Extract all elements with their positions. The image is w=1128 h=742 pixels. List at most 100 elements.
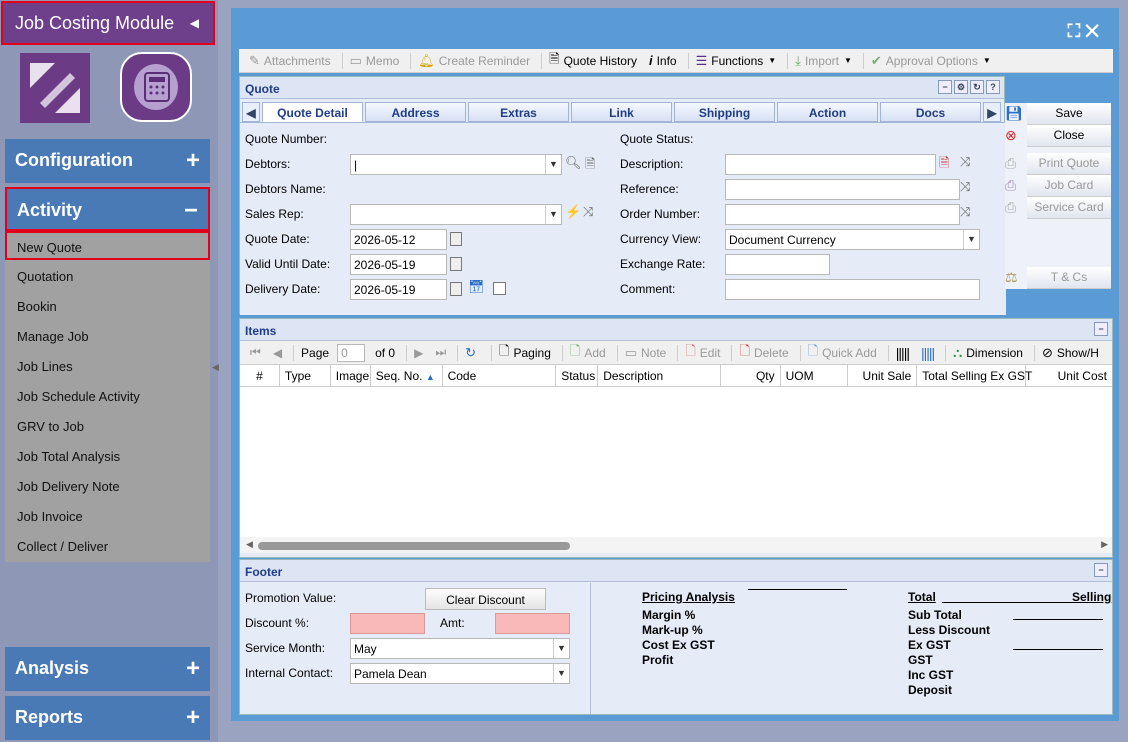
chevron-down-icon[interactable]: ▼: [545, 205, 561, 224]
dimension-button[interactable]: ⛬ Dimension: [949, 345, 1027, 361]
barcode-button[interactable]: |||||: [892, 345, 913, 361]
shuffle-icon[interactable]: ⤨: [960, 204, 970, 220]
import-button[interactable]: ⤓ Import ▼: [791, 53, 856, 69]
shuffle-icon[interactable]: ⤨: [960, 179, 970, 195]
sidebar-item-job-invoice[interactable]: Job Invoice: [5, 500, 210, 530]
section-activity[interactable]: Activity −: [5, 187, 210, 231]
close-button[interactable]: ⊗ Close: [1005, 125, 1111, 147]
tab-scroll-right[interactable]: ▶: [983, 102, 1001, 122]
quote-history-button[interactable]: 🗎 Quote History: [545, 50, 641, 72]
items-grid-body[interactable]: [240, 387, 1112, 537]
prev-page-icon[interactable]: ◀: [269, 346, 286, 360]
collapse-icon[interactable]: −: [1094, 322, 1108, 336]
scrollbar-thumb[interactable]: [258, 542, 570, 550]
col-number[interactable]: #: [240, 365, 280, 386]
calendar-icon[interactable]: [450, 282, 462, 296]
sidebar-item-collect-deliver[interactable]: Collect / Deliver: [5, 530, 210, 560]
sidebar-item-job-total-analysis[interactable]: Job Total Analysis: [5, 440, 210, 470]
job-card-button[interactable]: ⎙ Job Card: [1005, 175, 1111, 197]
currency-view-select[interactable]: Document Currency ▼: [725, 229, 980, 250]
col-uom[interactable]: UOM: [781, 365, 849, 386]
tab-address[interactable]: Address: [365, 102, 466, 122]
add-button[interactable]: 🗋 Add: [566, 342, 610, 364]
paging-button[interactable]: 🗋 Paging: [495, 342, 555, 364]
discount-pct-input[interactable]: [350, 613, 425, 634]
quick-add-button[interactable]: 🗋 Quick Add: [804, 342, 881, 364]
sidebar-item-job-delivery-note[interactable]: Job Delivery Note: [5, 470, 210, 500]
calendar-icon[interactable]: [450, 257, 462, 271]
lightning-icon[interactable]: ⚡: [565, 204, 581, 220]
sidebar-item-job-schedule-activity[interactable]: Job Schedule Activity: [5, 380, 210, 410]
description-input[interactable]: [725, 154, 936, 175]
col-code[interactable]: Code: [443, 365, 557, 386]
last-page-icon[interactable]: ⏭: [431, 345, 450, 360]
memo-button[interactable]: ▭ Memo: [346, 53, 404, 69]
settings-icon[interactable]: ⚙: [954, 80, 968, 94]
delivery-date-checkbox[interactable]: [493, 282, 506, 295]
print-quote-button[interactable]: ⎙ Print Quote: [1005, 153, 1111, 175]
valid-until-input[interactable]: 2026-05-19: [350, 254, 447, 275]
reference-input[interactable]: [725, 179, 960, 200]
chevron-down-icon[interactable]: ▼: [553, 664, 569, 683]
debtors-input[interactable]: | ▼: [350, 154, 562, 175]
sidebar-item-job-lines[interactable]: Job Lines: [5, 350, 210, 380]
delivery-date-input[interactable]: 2026-05-19: [350, 279, 447, 300]
maximize-icon[interactable]: ⛶: [1068, 21, 1086, 41]
calendar-icon[interactable]: [450, 232, 462, 246]
edit-button[interactable]: 🗋 Edit: [681, 342, 724, 364]
chevron-down-icon[interactable]: ▼: [553, 639, 569, 658]
page-input[interactable]: 0: [337, 343, 366, 362]
sidebar-item-grv-to-job[interactable]: GRV to Job: [5, 410, 210, 440]
search-icon[interactable]: 🔍︎: [565, 155, 582, 171]
service-month-select[interactable]: May ▼: [350, 638, 570, 659]
order-number-input[interactable]: [725, 204, 960, 225]
col-unit-cost[interactable]: Unit Cost: [1026, 365, 1112, 386]
col-total-selling[interactable]: Total Selling Ex GST: [917, 365, 1032, 386]
tab-link[interactable]: Link: [571, 102, 672, 122]
tab-docs[interactable]: Docs: [880, 102, 981, 122]
collapse-icon[interactable]: −: [1094, 563, 1108, 577]
show-hide-button[interactable]: ⊘ Show/H: [1038, 345, 1103, 361]
info-button[interactable]: i Info: [645, 53, 681, 68]
col-status[interactable]: Status: [556, 365, 599, 386]
debtor-info-icon[interactable]: 🗎: [585, 155, 595, 177]
refresh-icon[interactable]: ↻: [970, 80, 984, 94]
sales-rep-select[interactable]: ▼: [350, 204, 562, 225]
help-icon[interactable]: ?: [986, 80, 1000, 94]
document-icon[interactable]: 🗎: [939, 154, 949, 176]
sidebar-item-new-quote[interactable]: New Quote: [5, 231, 210, 260]
shuffle-icon[interactable]: ⤨: [960, 154, 970, 170]
comment-input[interactable]: [725, 279, 980, 300]
sidebar-splitter[interactable]: ◀: [210, 350, 220, 390]
section-configuration[interactable]: Configuration +: [5, 139, 210, 183]
col-seq-no[interactable]: Seq. No. ▲: [371, 365, 443, 386]
clear-discount-button[interactable]: Clear Discount: [425, 588, 546, 610]
chevron-down-icon[interactable]: ▼: [545, 155, 561, 174]
internal-contact-select[interactable]: Pamela Dean ▼: [350, 663, 570, 684]
section-analysis[interactable]: Analysis +: [5, 647, 210, 691]
items-horizontal-scrollbar[interactable]: ◀ ▶: [240, 537, 1112, 553]
delete-button[interactable]: 🗋 Delete: [735, 342, 792, 364]
col-description[interactable]: Description: [598, 365, 721, 386]
tab-scroll-left[interactable]: ◀: [242, 102, 260, 122]
calendar-check-icon[interactable]: 📅︎: [468, 279, 485, 295]
sidebar-item-quotation[interactable]: Quotation: [5, 260, 210, 290]
next-page-icon[interactable]: ▶: [410, 346, 427, 360]
collapse-sidebar-icon[interactable]: ◀: [190, 16, 199, 30]
tab-quote-detail[interactable]: Quote Detail: [262, 102, 363, 122]
terms-button[interactable]: ⚖ T & Cs: [1005, 267, 1111, 289]
tab-extras[interactable]: Extras: [468, 102, 569, 122]
barcode-blue-button[interactable]: |||||: [917, 345, 938, 361]
discount-amt-input[interactable]: [495, 613, 570, 634]
create-reminder-button[interactable]: 🔔︎ Create Reminder: [414, 53, 534, 69]
save-button[interactable]: 💾︎ Save: [1005, 103, 1111, 125]
exchange-rate-input[interactable]: [725, 254, 830, 275]
module-header[interactable]: Job Costing Module ◀: [1, 1, 215, 45]
collapse-icon[interactable]: −: [938, 80, 952, 94]
section-reports[interactable]: Reports +: [5, 696, 210, 740]
quote-date-input[interactable]: 2026-05-12: [350, 229, 447, 250]
note-button[interactable]: ▭ Note: [621, 345, 671, 361]
close-icon[interactable]: ✕: [1085, 21, 1104, 41]
scroll-right-icon[interactable]: ▶: [1101, 539, 1108, 550]
sidebar-item-bookin[interactable]: Bookin: [5, 290, 210, 320]
